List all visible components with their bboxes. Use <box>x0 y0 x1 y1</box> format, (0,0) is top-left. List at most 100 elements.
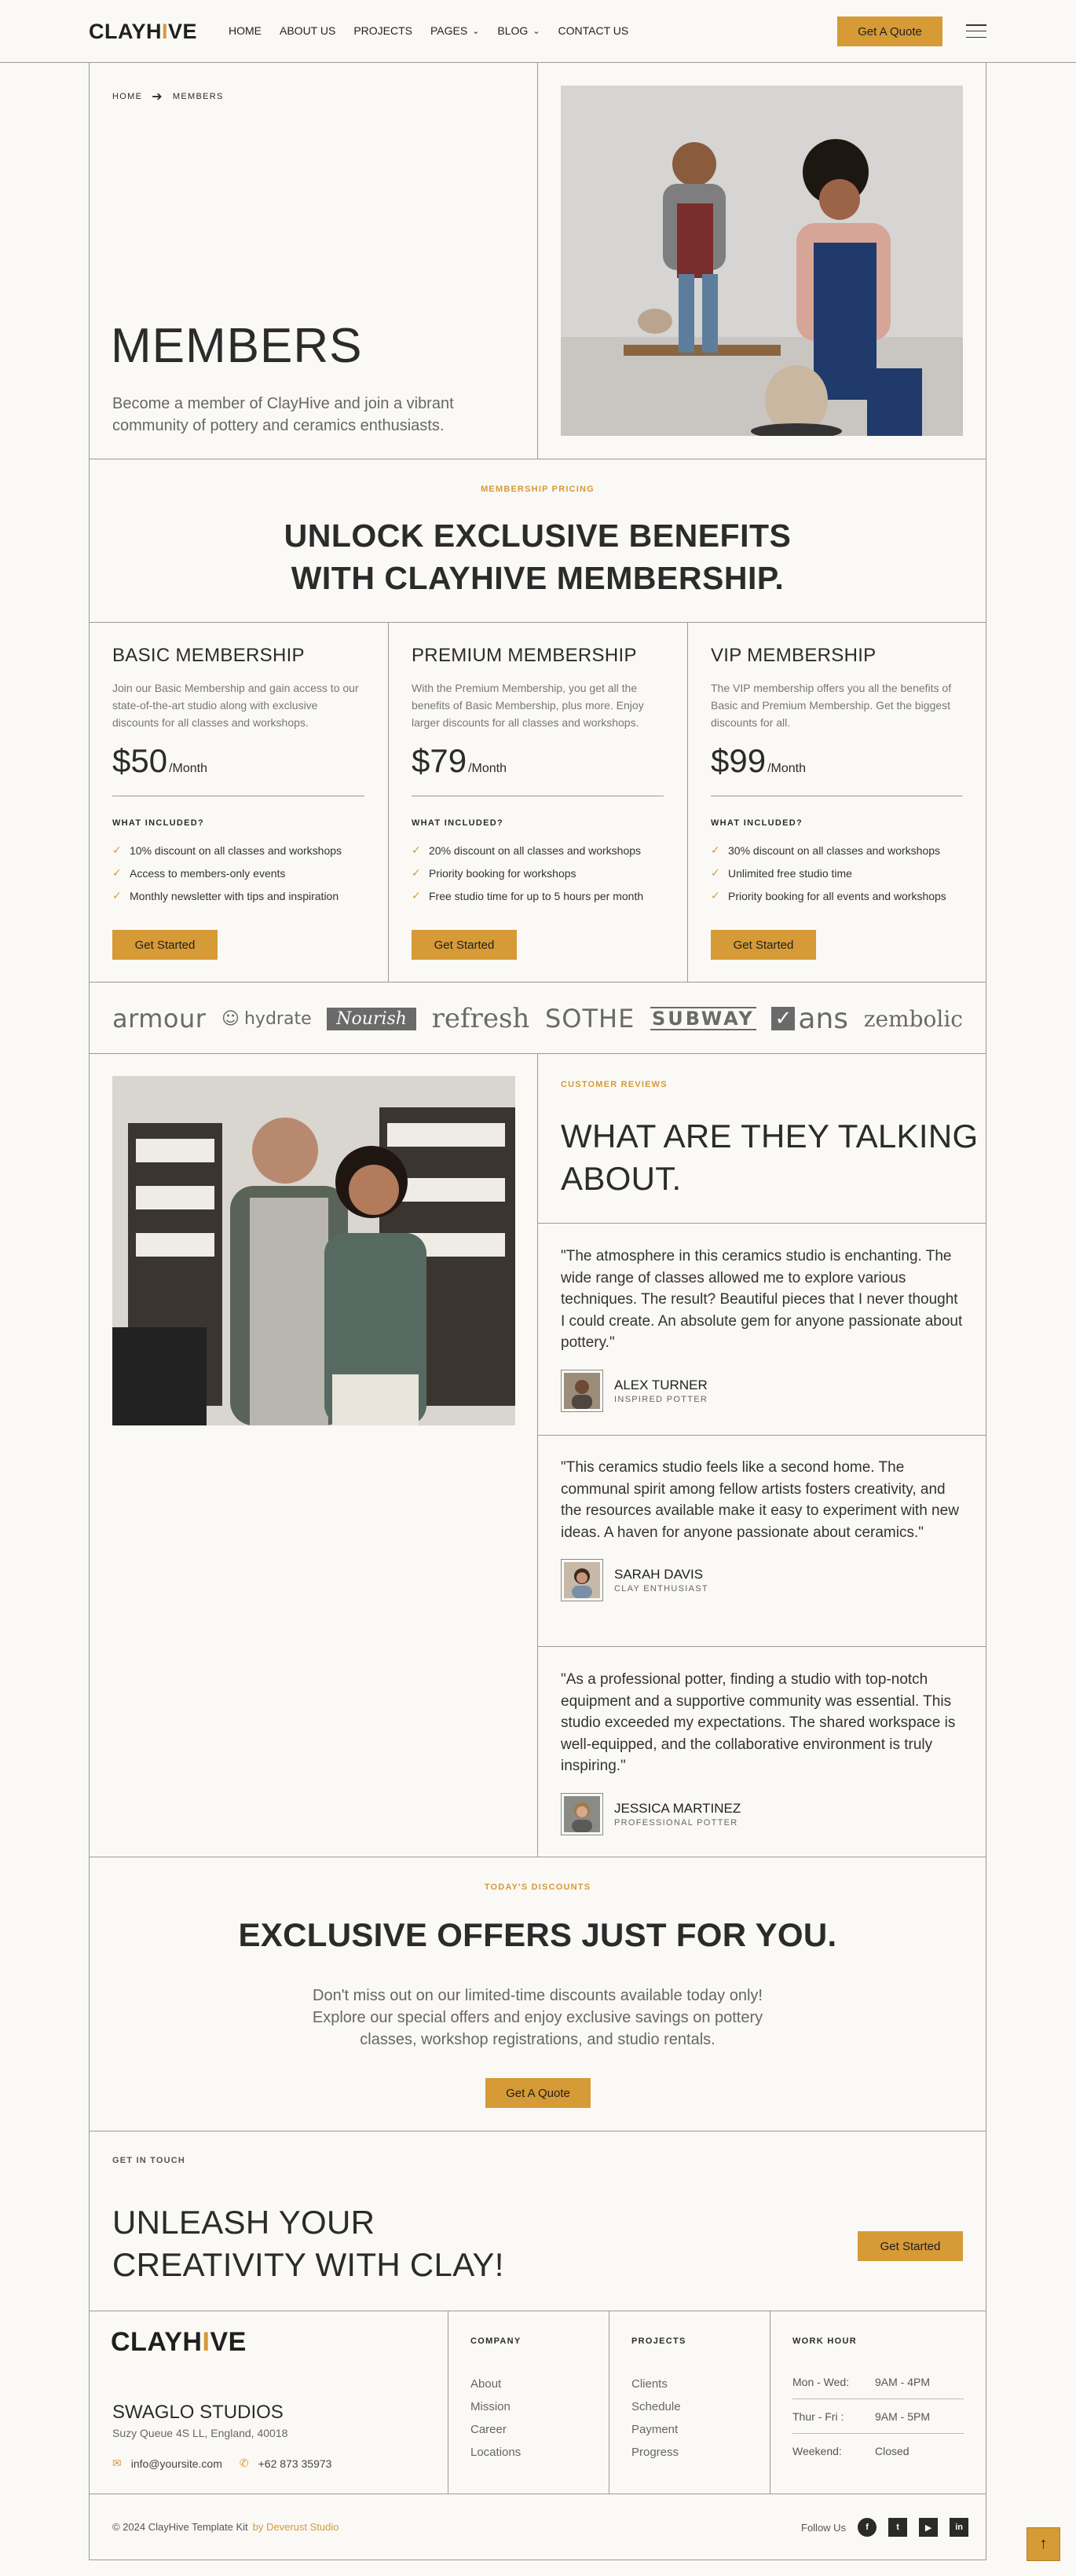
work-time: Closed <box>875 2445 909 2457</box>
footer-logo[interactable]: CLAYHIVE <box>111 2327 247 2358</box>
reviewer: JESSICA MARTINEZ PROFESSIONAL POTTER <box>561 1792 963 1835</box>
footer-link[interactable]: Payment <box>631 2418 686 2441</box>
mail-icon: ✉ <box>112 2457 122 2469</box>
chevron-down-icon: ⌄ <box>533 26 540 36</box>
logo-text: CLAYH <box>89 20 163 43</box>
brand-logo-zembolic: zembolic <box>863 1005 963 1032</box>
footer-work-hour: WORK HOUR Mon - Wed: 9AM - 4PM Thur - Fri… <box>792 2336 964 2468</box>
feature-text: Free studio time for up to 5 hours per m… <box>429 889 644 902</box>
facebook-icon[interactable]: f <box>858 2518 877 2537</box>
touch-title: UNLEASH YOUR CREATIVITY WITH CLAY! <box>112 2201 504 2286</box>
check-icon: ✓ <box>711 889 720 902</box>
touch-kicker: GET IN TOUCH <box>112 2156 186 2165</box>
get-quote-button[interactable]: Get A Quote <box>485 2078 591 2108</box>
nav-contact[interactable]: CONTACT US <box>558 24 629 37</box>
nav-pages[interactable]: PAGES ⌄ <box>430 24 479 37</box>
included-label: WHAT INCLUDED? <box>112 818 204 828</box>
feature-text: Unlimited free studio time <box>728 866 852 880</box>
plan-card-premium: PREMIUM MEMBERSHIP With the Premium Memb… <box>388 623 687 982</box>
follow-label: Follow Us <box>801 2521 847 2534</box>
footer-link[interactable]: Career <box>470 2418 522 2441</box>
nav-about[interactable]: ABOUT US <box>280 24 335 37</box>
arrow-up-icon: ↑ <box>1039 2535 1048 2552</box>
footer-link[interactable]: Locations <box>470 2441 522 2464</box>
phone-link[interactable]: +62 873 35973 <box>258 2457 332 2470</box>
check-icon: ✓ <box>711 866 720 879</box>
nav-blog[interactable]: BLOG ⌄ <box>497 24 540 37</box>
footer-link[interactable]: About <box>470 2373 522 2395</box>
feature-item: ✓ 10% discount on all classes and worksho… <box>112 839 364 862</box>
reviewer-name: SARAH DAVIS <box>614 1567 704 1582</box>
hamburger-icon[interactable] <box>966 24 986 38</box>
social-follow: Follow Us f t ▶ in <box>801 2518 969 2537</box>
brand-logo-hydrate: ☺ hydrate <box>221 1009 312 1029</box>
plan-card-vip: VIP MEMBERSHIP The VIP membership offers… <box>687 623 986 982</box>
brand-logo-nourish: Nourish <box>327 1007 416 1030</box>
work-hour-row: Mon - Wed: 9AM - 4PM <box>792 2365 964 2399</box>
plan-price: $99/Month <box>711 742 963 780</box>
offers-subtitle-line: Explore our special offers and enjoy exc… <box>312 2009 763 2026</box>
get-started-button[interactable]: Get Started <box>412 930 517 960</box>
site-logo[interactable]: CLAYHIVE <box>89 20 197 44</box>
avatar <box>561 1792 603 1835</box>
offers-kicker: TODAY'S DISCOUNTS <box>484 1883 591 1892</box>
page-subtitle: Become a member of ClayHive and join a v… <box>112 395 454 434</box>
feature-item: ✓ Free studio time for up to 5 hours per … <box>412 884 664 907</box>
nav-home[interactable]: HOME <box>229 24 262 37</box>
footer-company: COMPANY About Mission Career Locations <box>470 2336 522 2464</box>
feature-item: ✓ Access to members-only events <box>112 862 364 884</box>
feature-text: Access to members-only events <box>130 866 286 880</box>
chevron-down-icon: ⌄ <box>472 26 480 36</box>
reviews-title-line: WHAT ARE THEY TALKING <box>561 1118 979 1154</box>
get-started-button[interactable]: Get Started <box>112 930 218 960</box>
review-quote: "This ceramics studio feels like a secon… <box>561 1459 959 1541</box>
reviewer: SARAH DAVIS CLAY ENTHUSIAST <box>561 1559 963 1601</box>
footer-link[interactable]: Mission <box>470 2395 522 2418</box>
pricing-kicker: MEMBERSHIP PRICING <box>481 485 595 494</box>
feature-list: ✓ 30% discount on all classes and worksho… <box>711 839 963 907</box>
credit-link[interactable]: by Deverust Studio <box>253 2521 339 2533</box>
footer-link[interactable]: Schedule <box>631 2395 686 2418</box>
footer-col-title: WORK HOUR <box>792 2336 857 2346</box>
brand-logo-armour: armour <box>112 1004 207 1034</box>
youtube-icon[interactable]: ▶ <box>919 2518 939 2537</box>
logo-text-end: VE <box>168 20 198 43</box>
brand-text: hydrate <box>243 1008 312 1029</box>
nav-projects[interactable]: PROJECTS <box>353 24 412 37</box>
reviews-kicker: CUSTOMER REVIEWS <box>561 1080 668 1089</box>
logo-accent: I <box>162 20 169 43</box>
feature-list: ✓ 20% discount on all classes and worksho… <box>412 839 664 907</box>
hydrate-mark-icon: ☺ <box>221 1008 240 1029</box>
get-quote-button[interactable]: Get A Quote <box>837 16 942 46</box>
footer-link[interactable]: Progress <box>631 2441 686 2464</box>
price-period: /Month <box>767 762 806 775</box>
back-to-top-button[interactable]: ↑ <box>1027 2527 1060 2561</box>
feature-text: Monthly newsletter with tips and inspira… <box>130 889 339 902</box>
included-label: WHAT INCLUDED? <box>412 818 503 828</box>
linkedin-icon[interactable]: in <box>950 2518 969 2537</box>
offers-subtitle-line: Don't miss out on our limited-time disco… <box>313 1987 763 2004</box>
brand-text: ans <box>798 1002 849 1035</box>
feature-item: ✓ Priority booking for all events and wor… <box>711 884 963 907</box>
feature-item: ✓ Monthly newsletter with tips and inspir… <box>112 884 364 907</box>
get-started-button[interactable]: Get Started <box>711 930 816 960</box>
breadcrumb-home[interactable]: HOME <box>112 92 142 101</box>
divider <box>537 1053 538 1857</box>
pricing-title-line: UNLOCK EXCLUSIVE BENEFITS <box>284 518 792 554</box>
twitter-icon[interactable]: t <box>888 2518 908 2537</box>
brand-logos: armour ☺ hydrate Nourish refresh SOTHE SU… <box>112 983 963 1054</box>
reviewer-name: ALEX TURNER <box>614 1377 708 1392</box>
feature-list: ✓ 10% discount on all classes and worksho… <box>112 839 364 907</box>
email-link[interactable]: info@yoursite.com <box>131 2457 222 2470</box>
studio-name: SWAGLO STUDIOS <box>112 2402 284 2423</box>
brand-logo-sothe: SOTHE <box>544 1004 635 1034</box>
footer-link[interactable]: Clients <box>631 2373 686 2395</box>
reviewer-role: INSPIRED POTTER <box>614 1394 708 1404</box>
brand-logo-subway: SUBWAY <box>650 1007 756 1030</box>
feature-item: ✓ 20% discount on all classes and worksho… <box>412 839 664 862</box>
brand-logo-vans: ✓ ans <box>771 1003 848 1035</box>
plan-price: $79/Month <box>412 742 664 780</box>
get-started-button[interactable]: Get Started <box>858 2231 963 2261</box>
avatar <box>561 1369 603 1412</box>
avatar <box>561 1559 603 1601</box>
